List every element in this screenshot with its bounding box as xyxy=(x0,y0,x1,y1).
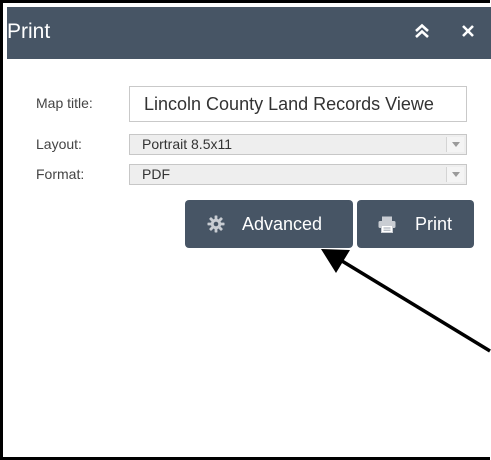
pointer-arrow-icon xyxy=(321,249,491,353)
